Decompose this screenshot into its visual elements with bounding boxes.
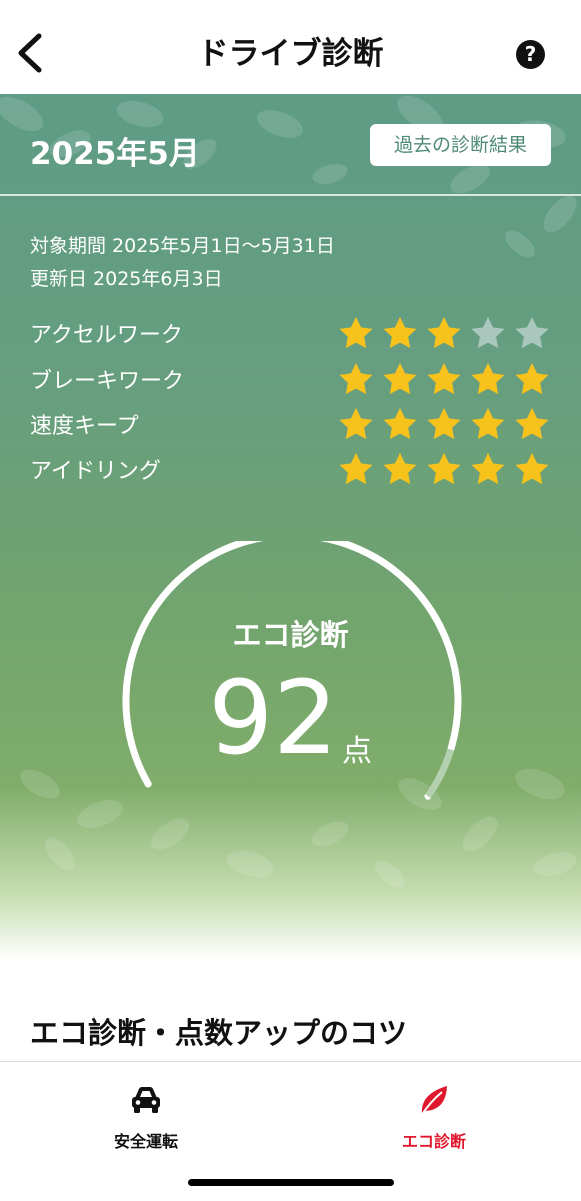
star-filled-icon xyxy=(427,452,461,485)
rating-label: 速度キープ xyxy=(30,414,139,439)
star-filled-icon xyxy=(427,362,461,395)
rating-label: アクセルワーク xyxy=(30,323,183,348)
rating-row-brake: ブレーキワーク xyxy=(30,361,550,397)
home-indicator xyxy=(188,1179,394,1186)
star-filled-icon xyxy=(471,407,505,440)
star-filled-icon xyxy=(383,407,417,440)
car-icon xyxy=(132,1087,160,1113)
star-filled-icon xyxy=(471,452,505,485)
eco-diagnosis-label: エコ診断 xyxy=(232,618,349,652)
star-filled-icon xyxy=(339,362,373,395)
tab-label: 安全運転 xyxy=(113,1132,178,1151)
page-title: ドライブ診断 xyxy=(197,36,384,72)
rating-row-accel: アクセルワーク xyxy=(30,315,550,351)
star-filled-icon xyxy=(383,316,417,349)
star-empty-icon xyxy=(515,316,549,349)
tab-safe-driving[interactable]: 安全運転 xyxy=(46,1062,246,1162)
star-filled-icon xyxy=(383,362,417,395)
rating-row-speed: 速度キープ xyxy=(30,406,550,442)
tab-label: エコ診断 xyxy=(401,1132,466,1151)
star-filled-icon xyxy=(383,452,417,485)
updated-date: 更新日 2025年6月3日 xyxy=(30,268,223,290)
diagnosis-month: 2025年5月 xyxy=(30,136,200,172)
tab-eco-diagnosis[interactable]: エコ診断 xyxy=(334,1062,534,1162)
star-filled-icon xyxy=(339,452,373,485)
leaf-icon xyxy=(420,1086,447,1117)
past-results-button[interactable]: 過去の診断結果 xyxy=(370,124,551,166)
star-filled-icon xyxy=(515,407,549,440)
eco-summary-card: 2025年5月 過去の診断結果 対象期間 2025年5月1日〜5月31日 更新日… xyxy=(0,94,581,960)
star-filled-icon xyxy=(339,316,373,349)
eco-score-value: 92 xyxy=(208,659,338,778)
star-filled-icon xyxy=(515,362,549,395)
target-period: 対象期間 2025年5月1日〜5月31日 xyxy=(30,235,335,257)
divider xyxy=(0,194,581,196)
gauge-arc-fade xyxy=(424,748,455,799)
star-filled-icon xyxy=(339,407,373,440)
star-filled-icon xyxy=(427,316,461,349)
star-filled-icon xyxy=(471,362,505,395)
star-filled-icon xyxy=(515,452,549,485)
star-filled-icon xyxy=(427,407,461,440)
eco-score-unit: 点 xyxy=(342,734,372,769)
rating-label: ブレーキワーク xyxy=(30,369,185,394)
star-empty-icon xyxy=(471,316,505,349)
eco-tips-heading: エコ診断・点数アップのコツ xyxy=(30,1016,408,1050)
rating-row-idling: アイドリング xyxy=(30,451,550,487)
header: ドライブ診断 ? xyxy=(0,0,581,94)
rating-label: アイドリング xyxy=(30,459,161,484)
help-icon[interactable]: ? xyxy=(516,40,545,69)
